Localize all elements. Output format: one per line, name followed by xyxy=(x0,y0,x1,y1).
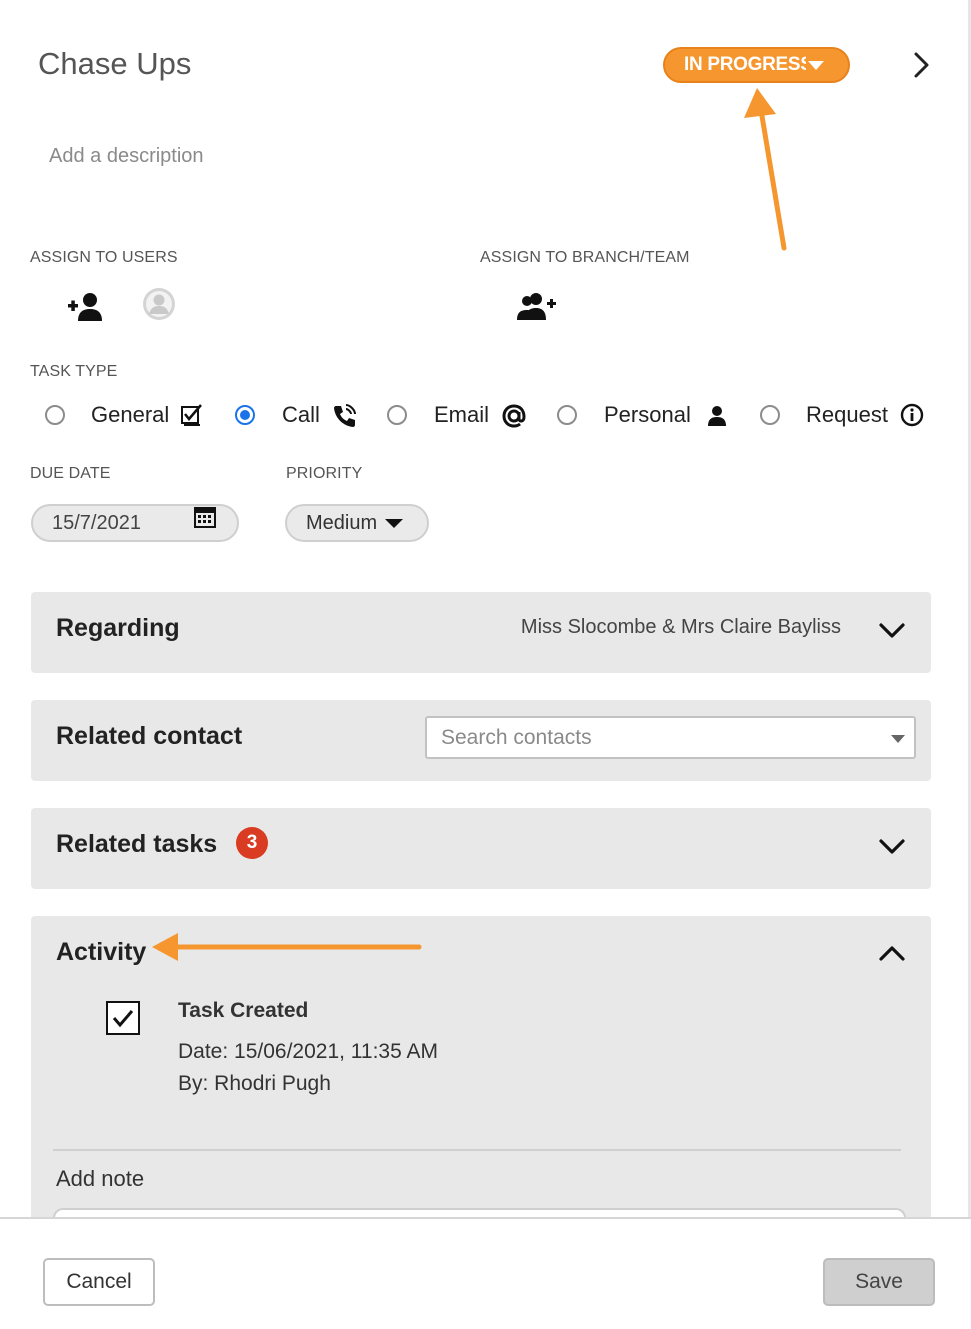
person-icon xyxy=(708,406,726,426)
cancel-button[interactable]: Cancel xyxy=(43,1258,155,1306)
priority-value: Medium xyxy=(306,511,378,534)
add-team-icon[interactable] xyxy=(514,291,558,323)
regarding-panel[interactable]: Regarding Miss Slocombe & Mrs Claire Bay… xyxy=(31,592,931,673)
search-contacts-placeholder: Search contacts xyxy=(441,725,592,749)
chevron-up-icon[interactable] xyxy=(877,939,907,969)
caret-down-icon xyxy=(808,60,824,70)
radio-request[interactable] xyxy=(760,405,780,425)
chevron-right-icon[interactable] xyxy=(906,50,936,80)
search-contacts-input[interactable]: Search contacts xyxy=(425,716,916,759)
calendar-icon[interactable] xyxy=(194,506,216,528)
user-avatar-icon[interactable] xyxy=(142,287,176,321)
caret-down-icon[interactable] xyxy=(891,735,905,743)
task-type-email[interactable]: Email xyxy=(387,398,537,432)
task-edit-panel: Chase Ups IN PROGRESS Add a description … xyxy=(0,0,971,1329)
related-tasks-title: Related tasks xyxy=(56,830,218,858)
activity-entry-author: By: Rhodri Pugh xyxy=(178,1072,331,1095)
chevron-down-icon[interactable] xyxy=(877,831,907,861)
activity-title: Activity xyxy=(56,938,147,966)
priority-label: PRIORITY xyxy=(286,465,363,482)
task-type-request[interactable]: Request xyxy=(760,398,930,432)
task-type-personal[interactable]: Personal xyxy=(557,398,737,432)
checkmark-icon xyxy=(112,1010,134,1028)
priority-dropdown[interactable]: Medium xyxy=(285,504,429,542)
task-type-label-general: General xyxy=(91,402,170,427)
related-tasks-count-badge: 3 xyxy=(236,827,268,859)
activity-panel: Activity Task Created Date: 15/06/2021, … xyxy=(31,916,931,1228)
assign-team-label: ASSIGN TO BRANCH/TEAM xyxy=(480,249,690,266)
task-type-label: TASK TYPE xyxy=(30,363,118,380)
annotation-arrow-status xyxy=(758,107,787,251)
info-icon xyxy=(900,403,924,427)
annotation-arrowhead-status xyxy=(744,88,776,118)
task-type-call[interactable]: Call xyxy=(235,398,365,432)
page-title: Chase Ups xyxy=(38,46,192,81)
radio-email[interactable] xyxy=(387,405,407,425)
save-button[interactable]: Save xyxy=(823,1258,935,1306)
activity-divider xyxy=(53,1149,901,1151)
at-icon xyxy=(502,404,526,428)
checklist-icon xyxy=(181,404,202,426)
task-type-general[interactable]: General xyxy=(45,398,215,432)
related-contact-title: Related contact xyxy=(56,722,243,750)
radio-personal[interactable] xyxy=(557,405,577,425)
due-date-label: DUE DATE xyxy=(30,465,111,482)
assign-users-label: ASSIGN TO USERS xyxy=(30,249,178,266)
status-dropdown[interactable]: IN PROGRESS xyxy=(663,47,850,83)
task-type-label-email: Email xyxy=(434,402,490,427)
add-note-label: Add note xyxy=(56,1166,145,1191)
due-date-value: 15/7/2021 xyxy=(52,511,141,534)
related-tasks-panel[interactable]: Related tasks 3 xyxy=(31,808,931,889)
task-type-label-request: Request xyxy=(806,402,888,427)
activity-entry-date: Date: 15/06/2021, 11:35 AM xyxy=(178,1040,438,1063)
regarding-title: Regarding xyxy=(56,614,180,642)
related-contact-panel: Related contact Search contacts xyxy=(31,700,931,781)
description-input[interactable]: Add a description xyxy=(49,145,204,168)
add-user-icon[interactable] xyxy=(66,291,106,323)
caret-down-icon xyxy=(385,518,404,528)
activity-entry-title: Task Created xyxy=(178,999,309,1022)
chevron-down-icon[interactable] xyxy=(877,615,907,645)
task-type-label-call: Call xyxy=(282,402,320,427)
activity-checkbox[interactable] xyxy=(106,1001,140,1035)
regarding-value: Miss Slocombe & Mrs Claire Bayliss xyxy=(520,616,841,638)
radio-call-selected[interactable] xyxy=(235,405,255,425)
radio-general[interactable] xyxy=(45,405,65,425)
status-label: IN PROGRESS xyxy=(684,54,806,75)
task-type-label-personal: Personal xyxy=(604,402,691,427)
phone-icon xyxy=(334,404,356,427)
